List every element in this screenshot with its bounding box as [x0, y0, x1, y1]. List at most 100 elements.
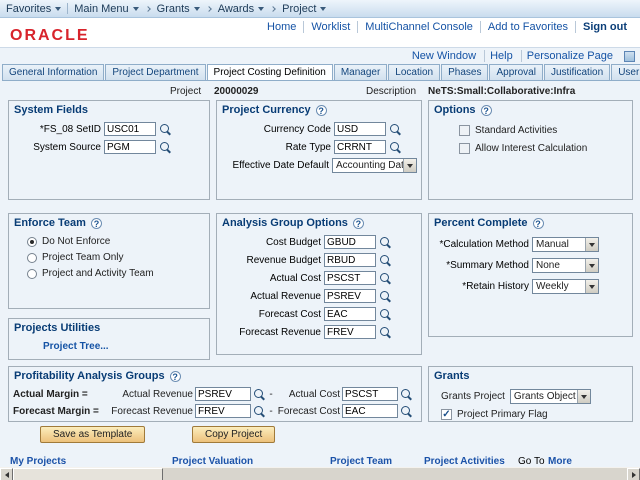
help-link[interactable]: Help	[484, 50, 518, 62]
standard-activities-checkbox[interactable]	[459, 125, 470, 136]
chevron-down-icon	[258, 7, 264, 11]
cost-budget-label: Cost Budget	[221, 237, 321, 248]
lookup-icon[interactable]	[400, 388, 413, 401]
forecast-revenue-input[interactable]	[195, 404, 251, 418]
project-and-activity-team-radio[interactable]	[27, 269, 37, 279]
worklist-link[interactable]: Worklist	[303, 21, 357, 33]
project-team-link[interactable]: Project Team	[330, 456, 392, 467]
actual-revenue-input[interactable]	[195, 387, 251, 401]
my-projects-link[interactable]: My Projects	[10, 456, 66, 467]
group-title: Analysis Group Options	[222, 217, 348, 229]
chevron-down-icon	[55, 7, 61, 11]
lookup-icon[interactable]	[400, 405, 413, 418]
breadcrumb-separator-icon	[270, 6, 276, 12]
save-as-template-button[interactable]: Save as Template	[40, 426, 145, 443]
project-id-label: Project	[170, 86, 201, 97]
grants-group: Grants Grants Project Grants Object ✓ Pr…	[428, 366, 633, 422]
grants-project-label: Grants Project	[441, 391, 505, 402]
minus-separator: -	[268, 406, 274, 417]
goto-more-link[interactable]: More	[548, 456, 572, 467]
actual-cost-input[interactable]	[324, 271, 376, 285]
lookup-icon[interactable]	[379, 236, 392, 249]
actual-cost-input[interactable]	[342, 387, 398, 401]
lookup-icon[interactable]	[379, 326, 392, 339]
forecast-cost-input[interactable]	[324, 307, 376, 321]
project-primary-flag-checkbox[interactable]: ✓	[441, 409, 452, 420]
lookup-icon[interactable]	[389, 141, 402, 154]
lookup-icon[interactable]	[253, 405, 266, 418]
personalize-page-link[interactable]: Personalize Page	[521, 50, 618, 62]
retain-history-select[interactable]: Weekly	[532, 279, 599, 294]
radio-row: Do Not Enforce	[27, 236, 209, 247]
help-icon[interactable]: ?	[91, 218, 102, 229]
grid-icon[interactable]	[624, 51, 635, 62]
actual-revenue-label: Actual Revenue	[107, 389, 193, 400]
main-menu[interactable]: Main Menu	[74, 3, 138, 15]
help-icon[interactable]: ?	[353, 218, 364, 229]
group-title: Projects Utilities	[14, 322, 100, 334]
system-source-input[interactable]	[104, 140, 156, 154]
tab-project-costing-definition[interactable]: Project Costing Definition	[207, 64, 333, 81]
lookup-icon[interactable]	[389, 123, 402, 136]
fs08-setid-input[interactable]	[104, 122, 156, 136]
lookup-icon[interactable]	[379, 308, 392, 321]
home-link[interactable]: Home	[260, 21, 303, 33]
calculation-method-select[interactable]: Manual	[532, 237, 599, 252]
revenue-budget-input[interactable]	[324, 253, 376, 267]
breadcrumb-grants[interactable]: Grants	[157, 3, 200, 15]
horizontal-scrollbar[interactable]	[0, 467, 640, 480]
tab-justification[interactable]: Justification	[544, 64, 610, 80]
tab-project-department[interactable]: Project Department	[105, 64, 205, 80]
new-window-link[interactable]: New Window	[407, 50, 481, 62]
favorites-label: Favorites	[6, 3, 51, 15]
effective-date-default-select[interactable]: Accounting Date	[332, 158, 417, 173]
breadcrumb-project[interactable]: Project	[282, 3, 326, 15]
favorites-menu[interactable]: Favorites	[6, 3, 61, 15]
help-icon[interactable]: ?	[533, 218, 544, 229]
grants-project-select[interactable]: Grants Object	[510, 389, 591, 404]
tab-general-information[interactable]: General Information	[2, 64, 104, 80]
tab-approval[interactable]: Approval	[489, 64, 542, 80]
tab-phases[interactable]: Phases	[441, 64, 488, 80]
tab-location[interactable]: Location	[388, 64, 440, 80]
breadcrumb-awards[interactable]: Awards	[218, 3, 264, 15]
oracle-logo: ORACLE	[10, 27, 90, 45]
help-icon[interactable]: ?	[481, 105, 492, 116]
multichannel-console-link[interactable]: MultiChannel Console	[357, 21, 480, 33]
help-icon[interactable]: ?	[170, 371, 181, 382]
lookup-icon[interactable]	[379, 254, 392, 267]
summary-method-select[interactable]: None	[532, 258, 599, 273]
rate-type-input[interactable]	[334, 140, 386, 154]
tab-manager[interactable]: Manager	[334, 64, 387, 80]
checkbox-row: ✓ Project Primary Flag	[441, 409, 632, 420]
lookup-icon[interactable]	[253, 388, 266, 401]
sign-out-link[interactable]: Sign out	[575, 21, 634, 33]
lookup-icon[interactable]	[379, 272, 392, 285]
lookup-icon[interactable]	[159, 141, 172, 154]
allow-interest-calculation-checkbox[interactable]	[459, 143, 470, 154]
cost-budget-input[interactable]	[324, 235, 376, 249]
scroll-right-button[interactable]	[627, 468, 640, 480]
do-not-enforce-radio[interactable]	[27, 237, 37, 247]
help-icon[interactable]: ?	[316, 105, 327, 116]
project-and-activity-team-label: Project and Activity Team	[42, 268, 154, 279]
select-value: Weekly	[533, 281, 585, 292]
tab-user-fields[interactable]: User Fields	[611, 64, 640, 80]
scroll-left-button[interactable]	[0, 468, 13, 480]
project-valuation-link[interactable]: Project Valuation	[172, 456, 253, 467]
field-row: *Calculation Method Manual	[433, 237, 628, 252]
forecast-revenue-input[interactable]	[324, 325, 376, 339]
copy-project-button[interactable]: Copy Project	[192, 426, 275, 443]
actual-revenue-input[interactable]	[324, 289, 376, 303]
lookup-icon[interactable]	[379, 290, 392, 303]
calculation-method-label: *Calculation Method	[433, 239, 529, 250]
add-to-favorites-link[interactable]: Add to Favorites	[480, 21, 575, 33]
project-activities-link[interactable]: Project Activities	[424, 456, 505, 467]
forecast-cost-input[interactable]	[342, 404, 398, 418]
project-tree-link[interactable]: Project Tree...	[43, 341, 109, 352]
project-team-only-radio[interactable]	[27, 253, 37, 263]
scrollbar-thumb[interactable]	[13, 468, 163, 480]
lookup-icon[interactable]	[159, 123, 172, 136]
divider	[67, 3, 68, 14]
currency-code-input[interactable]	[334, 122, 386, 136]
